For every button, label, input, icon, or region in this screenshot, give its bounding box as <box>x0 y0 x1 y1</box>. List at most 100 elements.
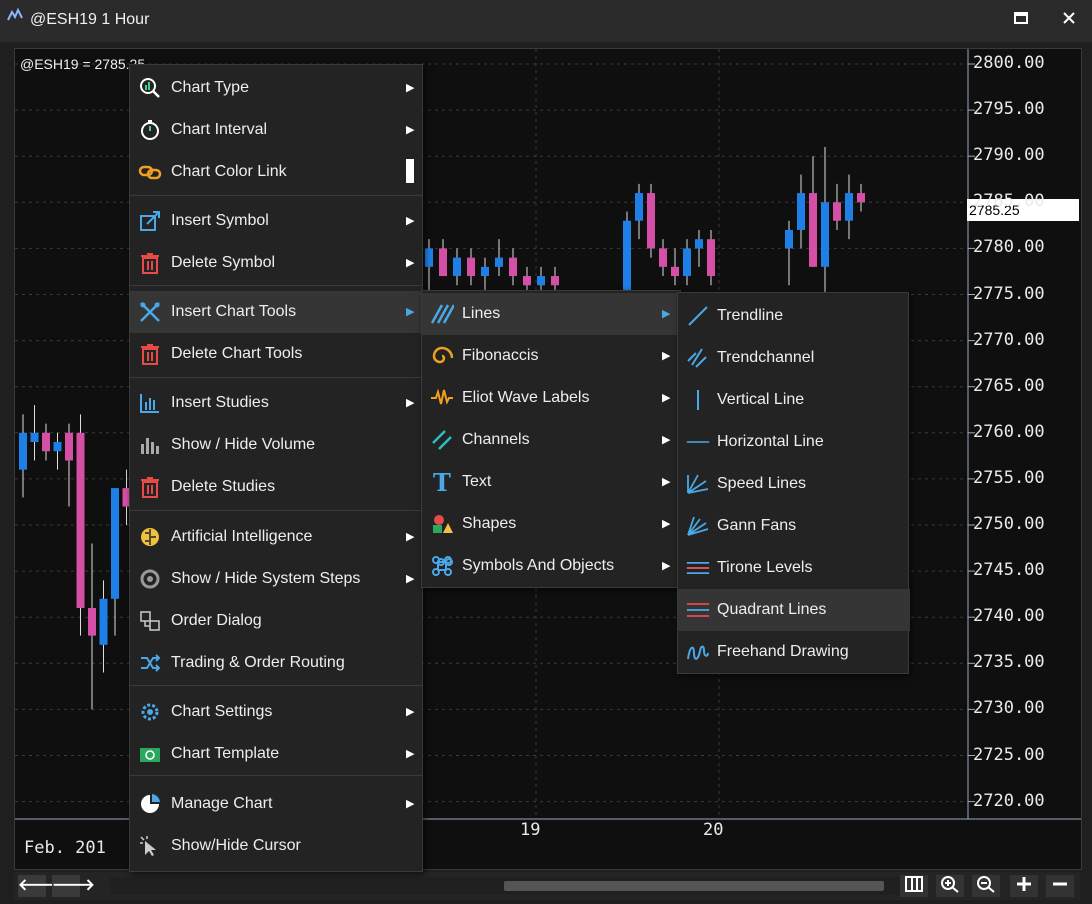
menu-item-delete-studies[interactable]: Delete Studies <box>130 466 424 508</box>
submenu-arrow-icon: ▶ <box>406 306 415 318</box>
submenu-arrow-icon: ▶ <box>406 706 415 718</box>
zoom-out-button[interactable] <box>972 875 1000 897</box>
lines-item-vertical-line[interactable]: Vertical Line <box>678 379 910 421</box>
menu-separator <box>130 775 422 776</box>
tools-item-eliot-wave-labels[interactable]: Eliot Wave Labels ▶ <box>422 377 682 419</box>
zoom-in-button[interactable] <box>936 875 964 897</box>
candle <box>857 193 865 203</box>
plus-icon <box>1017 877 1031 891</box>
maximize-button[interactable] <box>1008 8 1034 34</box>
menu-item-show-hide-system-steps[interactable]: Show / Hide System Steps ▶ <box>130 558 424 600</box>
submenu-arrow-icon: ▶ <box>406 397 415 409</box>
close-button[interactable] <box>1056 8 1082 34</box>
submenu-arrow-icon: ▶ <box>406 124 415 136</box>
x-date-label: 19 <box>520 820 541 840</box>
menu-item-insert-studies[interactable]: Insert Studies ▶ <box>130 382 424 424</box>
speed-lines-icon <box>686 472 710 496</box>
text-icon: T <box>430 470 454 494</box>
menu-item-chart-type[interactable]: Chart Type ▶ <box>130 67 424 109</box>
candle <box>551 276 559 286</box>
submenu-arrow-icon: ▶ <box>406 215 415 227</box>
lines-item-freehand-drawing[interactable]: Freehand Drawing <box>678 631 910 673</box>
scroll-right-button[interactable]: 🡒 <box>52 875 95 897</box>
tools-item-lines[interactable]: Lines ▶ <box>422 293 682 335</box>
submenu-arrow-icon: ▶ <box>662 518 671 530</box>
trash-icon <box>138 475 162 499</box>
manage-chart-icon <box>138 792 162 816</box>
gann-fans-icon <box>686 514 710 538</box>
candle <box>845 193 853 221</box>
minus-button[interactable] <box>1046 875 1074 897</box>
tools-item-symbols-and-objects[interactable]: Symbols And Objects ▶ <box>422 545 682 587</box>
lines-item-tirone-levels[interactable]: Tirone Levels <box>678 547 910 589</box>
menu-item-show-hide-cursor[interactable]: Show/Hide Cursor <box>130 825 424 867</box>
columns-button[interactable] <box>900 875 928 897</box>
menu-item-label: Freehand Drawing <box>717 643 849 660</box>
candle <box>821 202 829 267</box>
menu-item-delete-symbol[interactable]: Delete Symbol ▶ <box>130 242 424 284</box>
candle <box>509 257 517 277</box>
y-axis-tick: 2775.00 <box>973 283 1045 304</box>
scroll-track[interactable] <box>110 877 900 895</box>
menu-item-label: Quadrant Lines <box>717 601 827 618</box>
plus-button[interactable] <box>1010 875 1038 897</box>
menu-item-chart-color-link[interactable]: Chart Color Link <box>130 151 424 193</box>
menu-item-delete-chart-tools[interactable]: Delete Chart Tools <box>130 333 424 375</box>
menu-item-artificial-intelligence[interactable]: Artificial Intelligence ▶ <box>130 516 424 558</box>
candle <box>671 266 679 277</box>
lines-item-quadrant-lines[interactable]: Quadrant Lines <box>678 589 910 631</box>
menu-item-label: Delete Studies <box>171 478 276 495</box>
symbols-icon <box>430 554 454 578</box>
chart-scrollbar[interactable]: 🡐 🡒 <box>14 872 1080 900</box>
chart-tools-submenu: Lines ▶ Fibonaccis ▶ Eliot Wave Labels ▶ Chann… <box>421 290 682 588</box>
wave-icon <box>430 386 454 410</box>
candle <box>809 193 817 267</box>
menu-item-label: Insert Symbol <box>171 212 269 229</box>
menu-item-manage-chart[interactable]: Manage Chart ▶ <box>130 783 424 825</box>
lines-item-gann-fans[interactable]: Gann Fans <box>678 505 910 547</box>
menu-item-label: Channels <box>462 431 530 448</box>
submenu-arrow-icon: ▶ <box>406 82 415 94</box>
trash-icon <box>138 342 162 366</box>
shapes-icon <box>430 512 454 536</box>
tools-item-channels[interactable]: Channels ▶ <box>422 419 682 461</box>
menu-item-show-hide-volume[interactable]: Show / Hide Volume <box>130 424 424 466</box>
tools-item-shapes[interactable]: Shapes ▶ <box>422 503 682 545</box>
menu-item-chart-interval[interactable]: Chart Interval ▶ <box>130 109 424 151</box>
scroll-left-button[interactable]: 🡐 <box>18 875 61 897</box>
menu-item-label: Order Dialog <box>171 612 262 629</box>
menu-item-label: Tirone Levels <box>717 559 813 576</box>
candle <box>53 442 62 452</box>
chart-context-menu: Chart Type ▶ Chart Interval ▶ Chart Color Li… <box>129 64 424 872</box>
scroll-thumb[interactable] <box>504 881 884 891</box>
menu-item-order-dialog[interactable]: Order Dialog <box>130 600 424 642</box>
y-axis-tick: 2760.00 <box>973 421 1045 442</box>
lines-item-speed-lines[interactable]: Speed Lines <box>678 463 910 505</box>
maximize-icon <box>1014 12 1028 24</box>
color-link-toggle[interactable] <box>406 159 414 183</box>
lines-item-trendchannel[interactable]: Trendchannel <box>678 337 910 379</box>
y-axis-tick: 2725.00 <box>973 744 1045 765</box>
y-axis-tick: 2780.00 <box>973 237 1045 258</box>
tools-item-fibonaccis[interactable]: Fibonaccis ▶ <box>422 335 682 377</box>
candle <box>88 607 96 636</box>
menu-item-insert-chart-tools[interactable]: Insert Chart Tools ▶ <box>130 291 424 333</box>
close-icon <box>1063 12 1075 24</box>
tools-item-text[interactable]: T Text ▶ <box>422 461 682 503</box>
menu-item-trading-order-routing[interactable]: Trading & Order Routing <box>130 642 424 684</box>
candle <box>467 257 475 277</box>
submenu-arrow-icon: ▶ <box>406 531 415 543</box>
chart-tools-icon <box>138 300 162 324</box>
lines-item-horizontal-line[interactable]: Horizontal Line <box>678 421 910 463</box>
y-axis-tick: 2785.00 <box>973 191 1045 212</box>
menu-item-label: Trendchannel <box>717 349 815 366</box>
menu-item-insert-symbol[interactable]: Insert Symbol ▶ <box>130 200 424 242</box>
lines-item-trendline[interactable]: Trendline <box>678 295 910 337</box>
submenu-arrow-icon: ▶ <box>662 434 671 446</box>
menu-item-chart-template[interactable]: Chart Template ▶ <box>130 733 424 775</box>
freehand-icon <box>686 640 710 664</box>
menu-item-chart-settings[interactable]: Chart Settings ▶ <box>130 691 424 733</box>
y-axis-tick: 2750.00 <box>973 514 1045 534</box>
candle <box>659 248 667 267</box>
quadrant-lines-icon <box>686 598 710 622</box>
